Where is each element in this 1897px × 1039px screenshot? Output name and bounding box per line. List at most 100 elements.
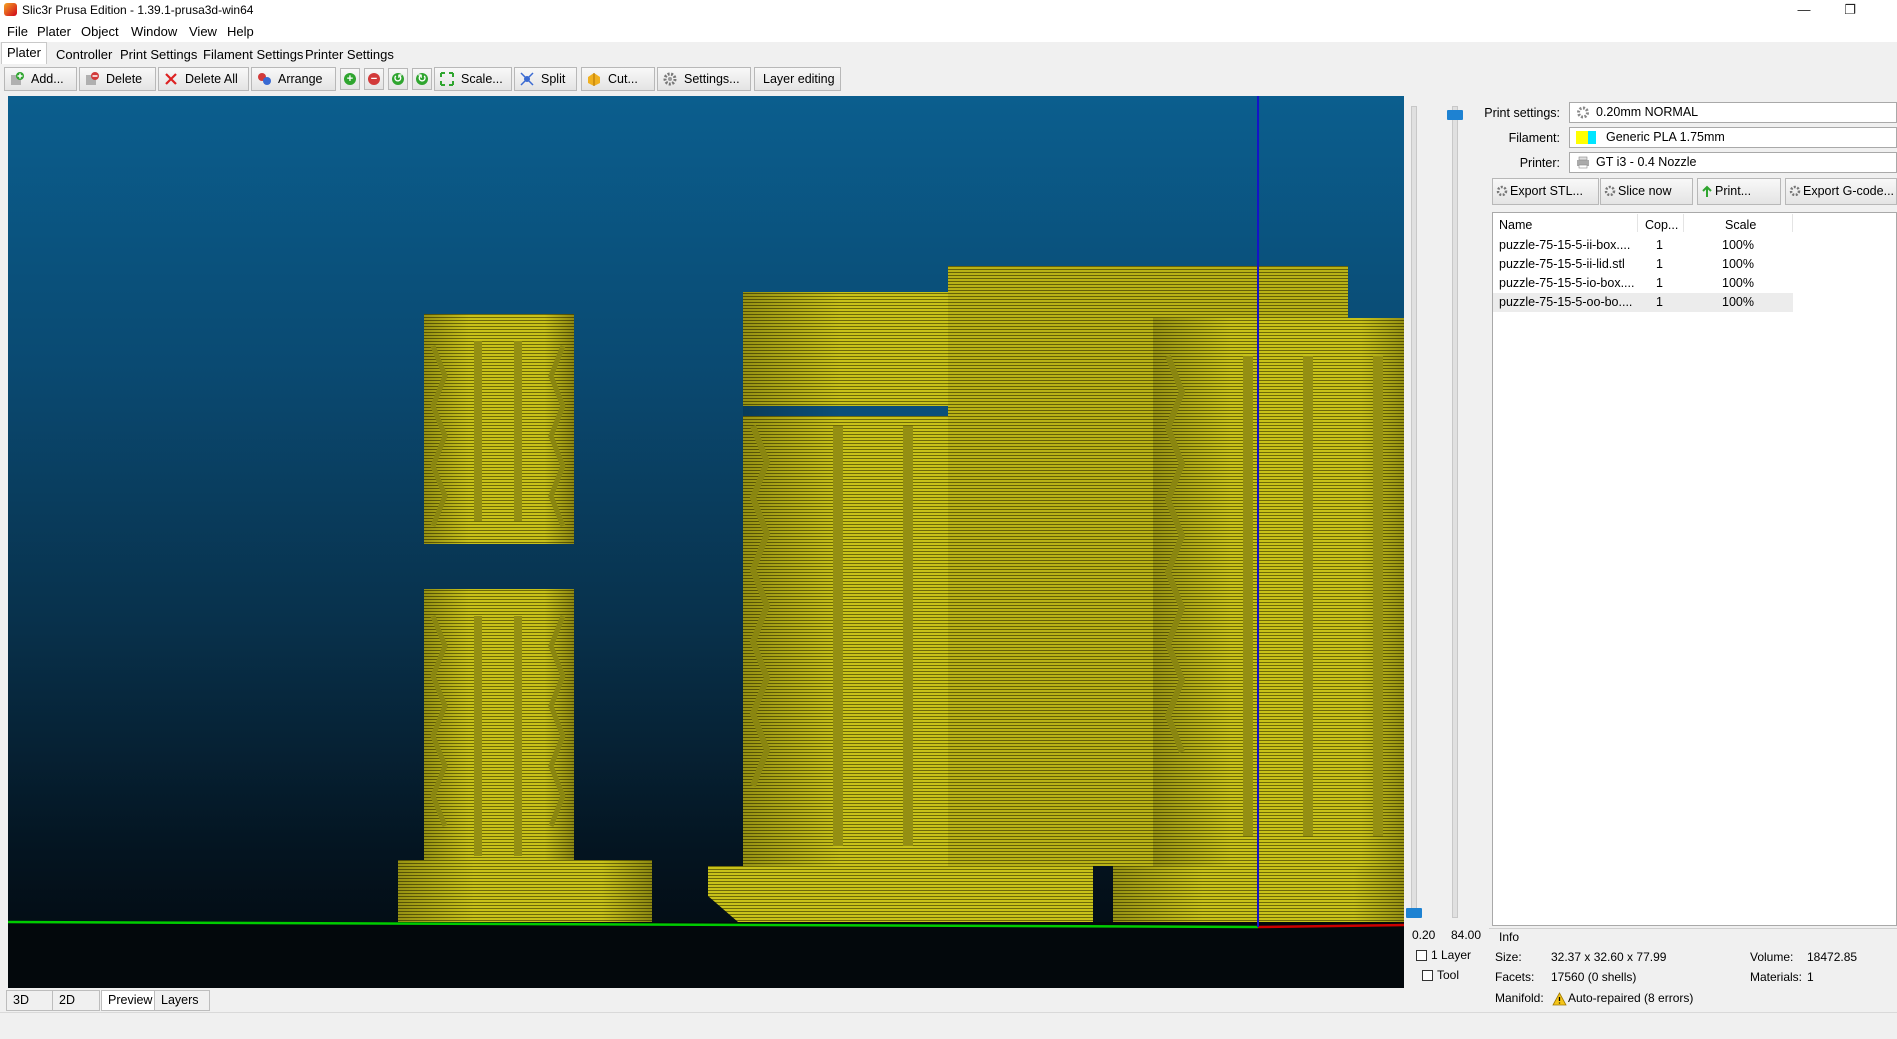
filament-color-swatch: [1576, 131, 1588, 144]
print-settings-combo[interactable]: 0.20mm NORMAL: [1569, 102, 1897, 123]
one-layer-checkbox[interactable]: [1416, 950, 1427, 961]
layer-slider-top-handle[interactable]: [1447, 110, 1463, 120]
object-scale: 100%: [1722, 295, 1754, 309]
tab-filament-settings[interactable]: Filament Settings: [197, 44, 309, 65]
print-settings-label: Print settings:: [1484, 106, 1560, 120]
remove-instance-button[interactable]: −: [364, 68, 384, 90]
export-gcode-button[interactable]: Export G-code...: [1785, 178, 1897, 205]
export-gcode-icon: [1789, 185, 1801, 197]
materials-value: 1: [1807, 970, 1814, 984]
layer-slider-left-track[interactable]: [1411, 106, 1417, 918]
export-stl-button[interactable]: Export STL...: [1492, 178, 1599, 205]
view-tab-layers[interactable]: Layers: [154, 990, 210, 1011]
layer-editing-button[interactable]: Layer editing: [754, 67, 841, 91]
menu-view[interactable]: View: [189, 24, 217, 39]
menu-object[interactable]: Object: [81, 24, 119, 39]
minus-icon: −: [368, 73, 380, 85]
menu-help[interactable]: Help: [227, 24, 254, 39]
preview-viewport[interactable]: [8, 96, 1404, 988]
tool-checkbox[interactable]: [1422, 970, 1433, 981]
arrange-icon: [258, 73, 271, 85]
menu-file[interactable]: File: [7, 24, 28, 39]
export-stl-label: Export STL...: [1510, 184, 1583, 198]
arrange-button[interactable]: Arrange: [251, 67, 336, 91]
slice-now-button[interactable]: Slice now: [1600, 178, 1693, 205]
tab-print-settings[interactable]: Print Settings: [114, 44, 203, 65]
slice-now-label: Slice now: [1618, 184, 1672, 198]
view-tab-2d[interactable]: 2D: [52, 990, 100, 1011]
filament-combo[interactable]: Generic PLA 1.75mm: [1569, 127, 1897, 148]
upload-arrow-icon: [1702, 185, 1712, 197]
delete-all-button[interactable]: Delete All: [158, 67, 249, 91]
column-header-copies[interactable]: Cop...: [1645, 218, 1678, 232]
object-copies: 1: [1656, 238, 1663, 252]
object-name: puzzle-75-15-5-oo-bo....: [1499, 295, 1633, 309]
print-button[interactable]: Print...: [1697, 178, 1781, 205]
restore-button[interactable]: ❐: [1827, 0, 1873, 20]
tab-plater[interactable]: Plater: [1, 42, 47, 66]
menu-plater[interactable]: Plater: [37, 24, 71, 39]
object-scale: 100%: [1722, 276, 1754, 290]
layer-slider-min-value: 0.20: [1412, 928, 1436, 942]
arrange-button-label: Arrange: [278, 72, 323, 86]
scale-button-label: Scale...: [461, 72, 503, 86]
size-label: Size:: [1495, 950, 1522, 964]
table-row[interactable]: puzzle-75-15-5-ii-box.... 1 100%: [1493, 236, 1793, 255]
print-settings-value: 0.20mm NORMAL: [1596, 105, 1699, 119]
delete-button[interactable]: Delete: [79, 67, 156, 91]
rotate-right-icon: ↻: [416, 73, 428, 85]
column-separator: [1683, 214, 1684, 232]
print-bed: [8, 922, 1404, 988]
status-bar: [0, 1012, 1897, 1039]
rotate-cw-button[interactable]: ↻: [412, 68, 432, 90]
scale-icon: [440, 72, 454, 86]
column-header-name[interactable]: Name: [1499, 218, 1532, 232]
gear-icon: [663, 72, 677, 86]
cut-button-label: Cut...: [608, 72, 638, 86]
tab-controller[interactable]: Controller: [50, 44, 118, 65]
cut-button[interactable]: Cut...: [581, 67, 655, 91]
object-settings-button[interactable]: Settings...: [657, 67, 751, 91]
layer-slider-bottom-handle[interactable]: [1406, 908, 1422, 918]
menu-window[interactable]: Window: [131, 24, 177, 39]
materials-label: Materials:: [1750, 970, 1803, 984]
printer-icon: [1577, 156, 1589, 169]
column-header-scale[interactable]: Scale: [1725, 218, 1756, 232]
title-bar: [0, 0, 1897, 20]
object-name: puzzle-75-15-5-ii-box....: [1499, 238, 1631, 252]
view-tab-3d[interactable]: 3D: [6, 990, 56, 1011]
export-gcode-label: Export G-code...: [1803, 184, 1895, 198]
table-row[interactable]: puzzle-75-15-5-ii-lid.stl 1 100%: [1493, 255, 1793, 274]
scale-button[interactable]: Scale...: [434, 67, 512, 91]
delete-all-icon: [165, 73, 177, 85]
object-scale: 100%: [1722, 238, 1754, 252]
one-layer-label: 1 Layer: [1431, 948, 1472, 962]
tab-printer-settings[interactable]: Printer Settings: [299, 44, 400, 65]
object-list[interactable]: [1492, 212, 1897, 926]
add-button[interactable]: Add...: [4, 67, 77, 91]
window-title: Slic3r Prusa Edition - 1.39.1-prusa3d-wi…: [22, 3, 254, 17]
column-separator: [1637, 214, 1638, 232]
table-row-selected[interactable]: puzzle-75-15-5-oo-bo.... 1 100%: [1493, 293, 1793, 312]
split-button[interactable]: Split: [514, 67, 577, 91]
filament-label: Filament:: [1508, 131, 1560, 145]
split-icon: [520, 72, 534, 86]
layer-slider-right-track[interactable]: [1452, 106, 1458, 918]
view-tab-preview[interactable]: Preview: [101, 990, 161, 1011]
menu-bar: [0, 20, 1897, 42]
sliced-models-preview: [8, 96, 1404, 988]
slice-icon: [1604, 185, 1616, 197]
add-instance-button[interactable]: +: [340, 68, 360, 90]
printer-combo[interactable]: GT i3 - 0.4 Nozzle: [1569, 152, 1897, 173]
object-ii-box-model: [398, 589, 652, 922]
tool-label: Tool: [1437, 968, 1460, 982]
object-name: puzzle-75-15-5-io-box....: [1499, 276, 1635, 290]
table-row[interactable]: puzzle-75-15-5-io-box.... 1 100%: [1493, 274, 1793, 293]
delete-all-button-label: Delete All: [185, 72, 238, 86]
cut-icon: [588, 73, 600, 86]
minimize-button[interactable]: —: [1781, 0, 1827, 20]
rotate-ccw-button[interactable]: ↺: [388, 68, 408, 90]
gear-icon: [1577, 106, 1589, 119]
object-ii-lid-model: [424, 314, 574, 544]
rotate-left-icon: ↺: [392, 73, 404, 85]
